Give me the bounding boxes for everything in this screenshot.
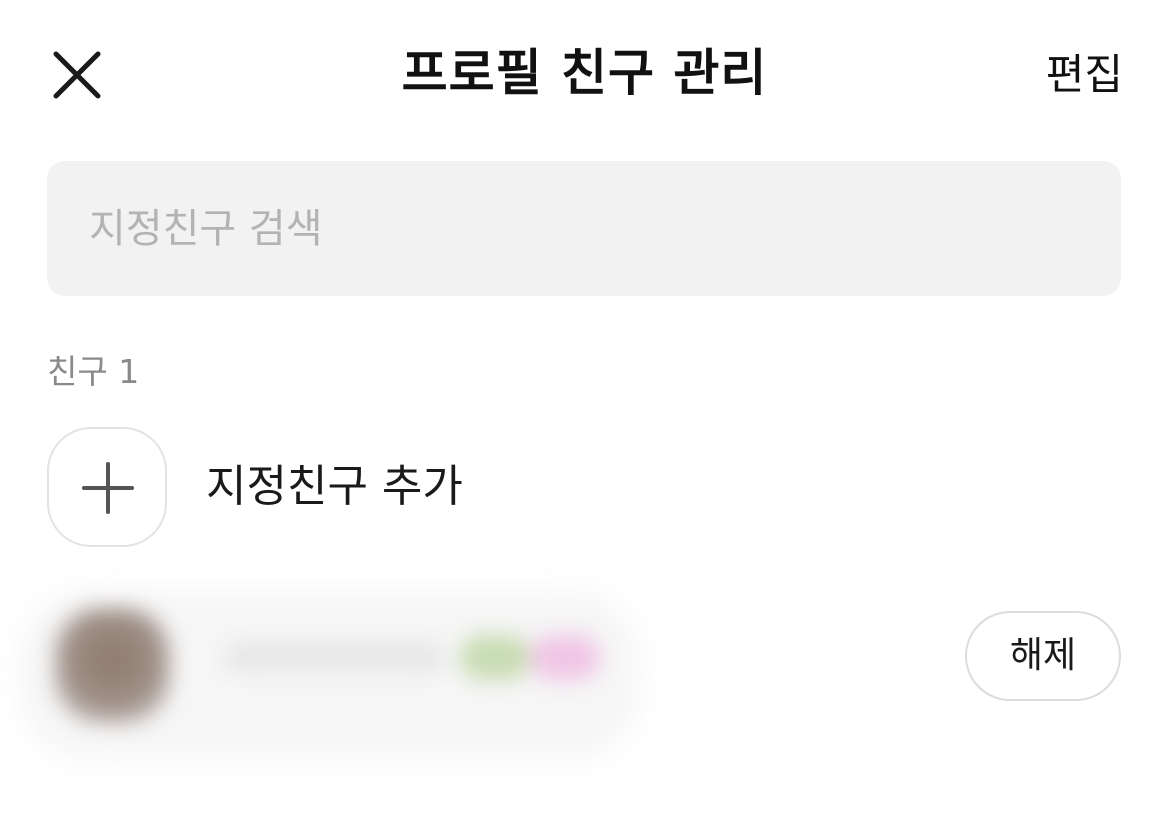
page-title: 프로필 친구 관리 xyxy=(401,44,768,102)
add-friend-tile[interactable] xyxy=(47,427,167,547)
blurred-friend-name xyxy=(225,635,605,680)
plus-icon xyxy=(82,462,134,514)
header-bar: 프로필 친구 관리 편집 xyxy=(0,0,1169,150)
add-friend-label: 지정친구 추가 xyxy=(206,461,463,512)
edit-button[interactable]: 편집 xyxy=(1046,42,1123,108)
avatar[interactable] xyxy=(55,608,170,723)
add-designated-friend-row[interactable]: 지정친구 추가 xyxy=(0,425,1169,553)
search-bar[interactable] xyxy=(47,161,1121,296)
list-item[interactable]: 해제 xyxy=(0,590,1169,760)
release-button[interactable]: 해제 xyxy=(965,611,1121,701)
search-input[interactable] xyxy=(89,161,1089,296)
friend-count-label: 친구 1 xyxy=(47,352,140,391)
